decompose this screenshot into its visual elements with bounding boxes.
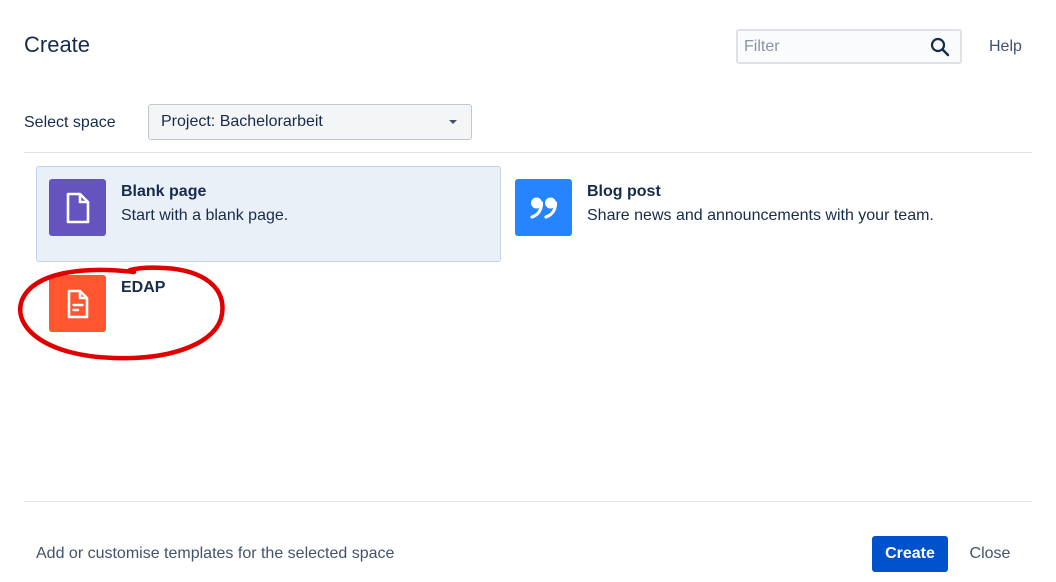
quote-icon-tile — [515, 179, 572, 236]
template-blog-post[interactable]: Blog post Share news and announcements w… — [502, 166, 967, 262]
template-name: Blank page — [121, 183, 207, 200]
close-button[interactable]: Close — [962, 536, 1018, 572]
template-blank-page[interactable]: Blank page Start with a blank page. — [36, 166, 501, 262]
blank-page-icon — [66, 192, 89, 223]
space-select-value: Project: Bachelorarbeit — [161, 113, 323, 130]
document-icon — [67, 289, 88, 318]
bottom-divider — [24, 501, 1032, 502]
document-icon-tile — [49, 275, 106, 332]
template-name: Blog post — [587, 183, 661, 200]
dialog-title: Create — [24, 32, 91, 57]
template-description: Share news and announcements with your t… — [587, 207, 934, 224]
top-divider — [24, 152, 1032, 153]
search-icon[interactable] — [930, 37, 950, 57]
filter-search-box[interactable] — [736, 29, 962, 64]
quote-icon — [529, 197, 557, 219]
blank-page-icon-tile — [49, 179, 106, 236]
template-edap[interactable]: EDAP — [36, 262, 501, 358]
filter-input[interactable] — [738, 31, 918, 62]
create-button[interactable]: Create — [872, 536, 948, 572]
template-name: EDAP — [121, 279, 166, 296]
template-description: Start with a blank page. — [121, 207, 289, 224]
chevron-down-icon — [449, 120, 457, 124]
space-select-dropdown[interactable]: Project: Bachelorarbeit — [148, 104, 472, 140]
help-link[interactable]: Help — [989, 38, 1022, 56]
select-space-label: Select space — [24, 114, 116, 131]
create-dialog: Create Help Select space Project: Bachel… — [0, 0, 1056, 582]
customise-templates-link[interactable]: Add or customise templates for the selec… — [36, 545, 394, 563]
